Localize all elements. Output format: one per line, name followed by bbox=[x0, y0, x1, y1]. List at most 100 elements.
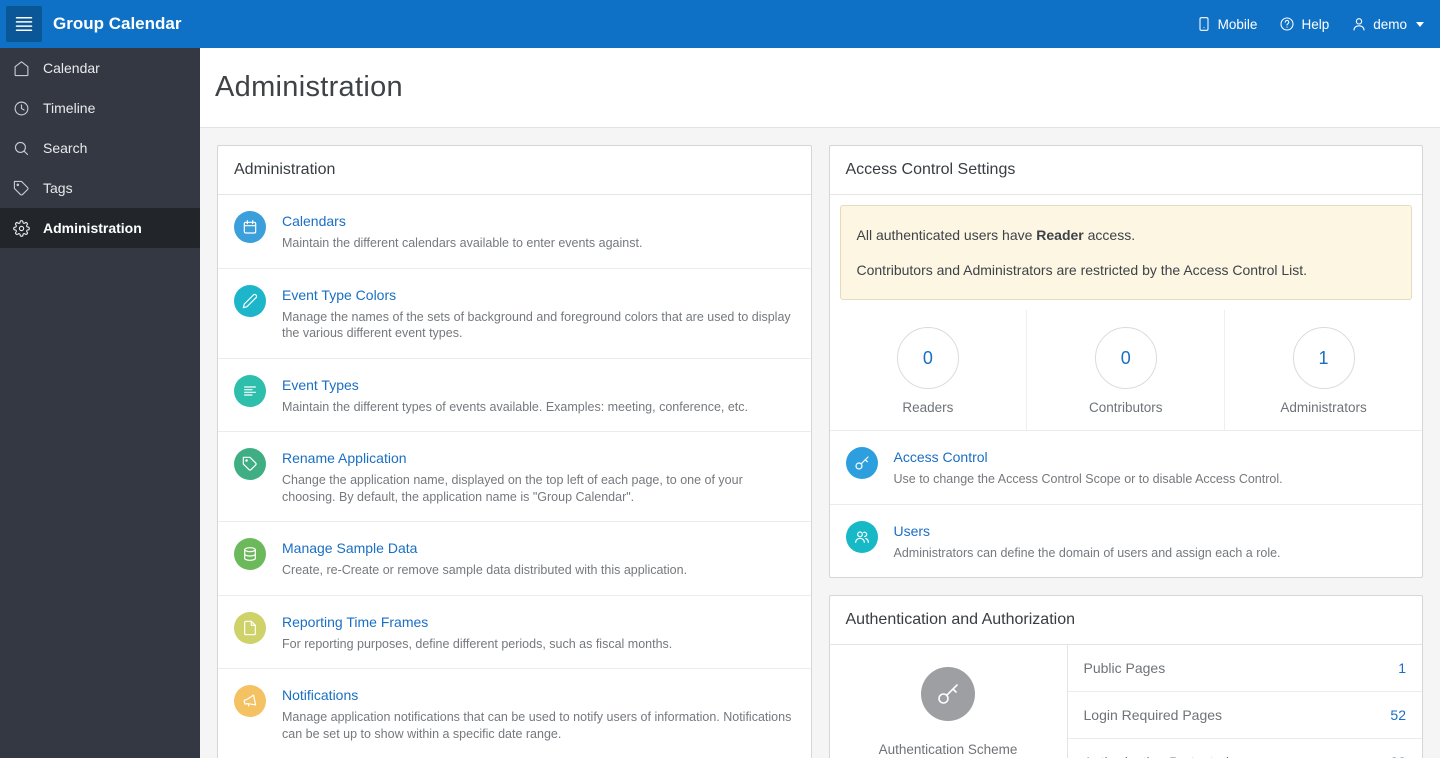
list-item-rename-application[interactable]: Rename Application Change the applicatio… bbox=[218, 432, 811, 522]
list-item-manage-sample-data[interactable]: Manage Sample Data Create, re-Create or … bbox=[218, 522, 811, 596]
key-icon bbox=[938, 684, 958, 704]
home-icon bbox=[14, 60, 29, 76]
nav-user-menu[interactable]: demo bbox=[1351, 16, 1424, 32]
smartphone-icon bbox=[1199, 17, 1209, 31]
counter-administrators-label: Administrators bbox=[1280, 400, 1367, 415]
list-item-title[interactable]: Rename Application bbox=[282, 450, 795, 466]
list-item-desc: Administrators can define the domain of … bbox=[893, 545, 1281, 560]
list-item-desc: Manage the names of the sets of backgrou… bbox=[282, 309, 791, 341]
list-item-desc: Maintain the different types of events a… bbox=[282, 399, 749, 414]
page-content: Administration Calendars Maintain the di… bbox=[200, 128, 1440, 758]
administration-card-title: Administration bbox=[218, 146, 811, 195]
users-icon bbox=[854, 530, 869, 543]
calendar-icon-badge bbox=[234, 211, 266, 243]
sidebar-item-label: Search bbox=[43, 140, 88, 156]
chevron-down-icon bbox=[1416, 21, 1424, 27]
authentication-scheme-panel: Authentication Scheme Application Expres… bbox=[830, 645, 1068, 758]
stat-value[interactable]: 38 bbox=[1390, 754, 1406, 758]
sidebar-item-timeline[interactable]: Timeline bbox=[0, 88, 200, 128]
counter-readers-label: Readers bbox=[902, 400, 954, 415]
sidebar-item-administration[interactable]: Administration bbox=[0, 208, 200, 248]
list-item-title[interactable]: Users bbox=[894, 523, 1281, 539]
app-title[interactable]: Group Calendar bbox=[53, 14, 181, 34]
role-counters: 0 Readers 0 Contributors 1 Administrator… bbox=[829, 310, 1422, 431]
counter-administrators: 1 Administrators bbox=[1224, 310, 1422, 430]
nav-user-label: demo bbox=[1373, 16, 1407, 32]
sidebar-item-label: Tags bbox=[43, 180, 73, 196]
stat-value[interactable]: 52 bbox=[1390, 707, 1406, 723]
app-header: Group Calendar Mobile Help demo bbox=[0, 0, 1440, 48]
nav-help[interactable]: Help bbox=[1279, 16, 1329, 32]
list-item-desc: Manage application notifications that ca… bbox=[282, 710, 792, 741]
file-icon-badge bbox=[234, 611, 266, 644]
file-icon bbox=[244, 620, 256, 635]
nav-mobile[interactable]: Mobile bbox=[1196, 16, 1258, 32]
page-title: Administration bbox=[215, 71, 403, 103]
list-item-title[interactable]: Calendars bbox=[282, 213, 642, 229]
stat-label: Authorization Protected bbox=[1084, 754, 1230, 758]
authentication-authorization-card: Authentication and Authorization Authent… bbox=[828, 595, 1423, 758]
list-item-title[interactable]: Access Control bbox=[894, 449, 1283, 465]
list-item-calendars[interactable]: Calendars Maintain the different calenda… bbox=[218, 195, 811, 269]
database-icon-badge bbox=[234, 538, 266, 570]
list-item-reporting-time-frames[interactable]: Reporting Time Frames For reporting purp… bbox=[218, 596, 811, 669]
users-icon-badge bbox=[845, 520, 878, 553]
list-item-desc: Maintain the different calendars availab… bbox=[282, 236, 643, 250]
counter-contributors: 0 Contributors bbox=[1026, 310, 1224, 430]
access-control-notice: All authenticated users have Reader acce… bbox=[839, 205, 1412, 300]
list-icon-badge bbox=[234, 374, 266, 407]
sidebar-item-tags[interactable]: Tags bbox=[0, 168, 200, 208]
list-item-title[interactable]: Event Type Colors bbox=[282, 287, 795, 303]
nav-help-label: Help bbox=[1301, 16, 1330, 32]
menu-button[interactable] bbox=[6, 6, 42, 42]
sidebar: Calendar Timeline Search Tags Administra… bbox=[0, 48, 200, 758]
key-icon-badge bbox=[845, 447, 878, 479]
hamburger-icon bbox=[15, 17, 33, 31]
megaphone-icon bbox=[243, 694, 257, 707]
list-item-event-types[interactable]: Event Types Maintain the different types… bbox=[218, 359, 811, 432]
list-item-desc: Use to change the Access Control Scope o… bbox=[893, 472, 1283, 486]
list-item-desc: Create, re-Create or remove sample data … bbox=[282, 563, 688, 577]
notice-line-2: Contributors and Administrators are rest… bbox=[856, 262, 1308, 278]
sidebar-item-label: Administration bbox=[43, 220, 142, 236]
stat-label: Login Required Pages bbox=[1083, 707, 1223, 723]
list-item-users[interactable]: Users Administrators can define the doma… bbox=[830, 505, 1423, 578]
user-icon bbox=[1353, 18, 1365, 31]
counter-contributors-value: 0 bbox=[1094, 327, 1157, 389]
list-item-access-control[interactable]: Access Control Use to change the Access … bbox=[829, 431, 1422, 505]
counter-readers-value: 0 bbox=[896, 327, 959, 389]
search-icon bbox=[14, 141, 29, 155]
list-item-notifications[interactable]: Notifications Manage application notific… bbox=[218, 669, 811, 758]
sidebar-item-label: Timeline bbox=[43, 100, 96, 116]
stat-value[interactable]: 1 bbox=[1398, 660, 1406, 676]
stat-row-public-pages: Public Pages 1 bbox=[1067, 645, 1422, 692]
clock-icon bbox=[14, 101, 29, 115]
tag-icon bbox=[242, 456, 257, 471]
tags-icon bbox=[13, 180, 29, 196]
calendar-icon bbox=[243, 220, 257, 234]
stat-row-authorization-protected: Authorization Protected 38 bbox=[1068, 739, 1423, 758]
stat-row-login-required-pages: Login Required Pages 52 bbox=[1067, 692, 1422, 739]
access-control-settings-title: Access Control Settings bbox=[829, 146, 1422, 195]
counter-contributors-label: Contributors bbox=[1088, 400, 1163, 415]
list-item-title[interactable]: Reporting Time Frames bbox=[282, 614, 672, 630]
help-circle-icon bbox=[1280, 17, 1294, 31]
list-item-title[interactable]: Manage Sample Data bbox=[282, 540, 687, 556]
authentication-scheme-label: Authentication Scheme bbox=[878, 742, 1018, 757]
notice-line-1: All authenticated users have Reader acce… bbox=[856, 227, 1136, 243]
title-bar: Administration bbox=[200, 48, 1440, 128]
notice-bold-reader: Reader bbox=[1036, 227, 1084, 243]
gear-icon bbox=[13, 219, 30, 237]
database-icon bbox=[244, 547, 256, 561]
list-item-title[interactable]: Event Types bbox=[282, 377, 748, 393]
administration-card: Administration Calendars Maintain the di… bbox=[217, 145, 812, 758]
list-item-event-type-colors[interactable]: Event Type Colors Manage the names of th… bbox=[218, 269, 811, 359]
sidebar-item-search[interactable]: Search bbox=[0, 128, 200, 168]
megaphone-icon-badge bbox=[234, 685, 266, 717]
sidebar-item-calendar[interactable]: Calendar bbox=[0, 48, 200, 88]
list-item-title[interactable]: Notifications bbox=[282, 687, 795, 703]
page-security-stats: Public Pages 1 Login Required Pages 52 A… bbox=[1067, 645, 1423, 758]
access-control-settings-card: Access Control Settings All authenticate… bbox=[828, 145, 1423, 578]
nav-mobile-label: Mobile bbox=[1217, 16, 1258, 32]
list-item-desc: Change the application name, displayed o… bbox=[282, 473, 743, 504]
